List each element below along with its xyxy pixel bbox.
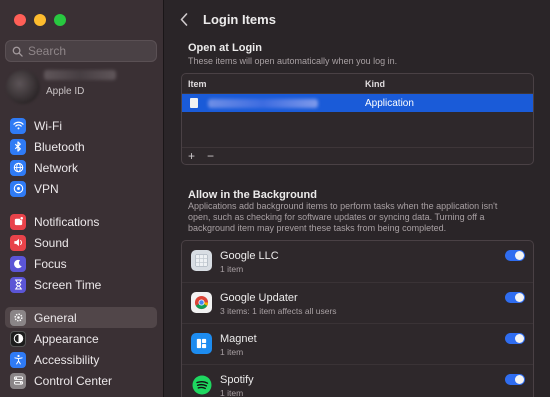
sidebar-item-label: Bluetooth — [34, 139, 85, 154]
apple-id-account[interactable]: Apple ID — [6, 68, 158, 104]
vpn-icon — [10, 180, 26, 197]
open-at-login-description: These items will open automatically when… — [188, 56, 398, 66]
app-detail: 1 item — [220, 264, 244, 274]
search-field[interactable] — [5, 40, 157, 62]
item-name-redacted — [208, 98, 318, 108]
sidebar-item-label: VPN — [34, 181, 59, 196]
accessibility-icon — [10, 351, 26, 368]
list-item: Google Updater 3 items: 1 item affects a… — [182, 282, 533, 323]
window-controls — [14, 14, 66, 26]
apple-id-label: Apple ID — [46, 86, 85, 97]
sidebar-item-notifications[interactable]: Notifications — [5, 211, 157, 232]
app-name: Spotify — [220, 374, 254, 386]
sidebar-item-label: Appearance — [34, 331, 99, 346]
sidebar-item-label: Focus — [34, 256, 67, 271]
google-llc-icon — [191, 250, 212, 271]
sidebar-item-label: General — [34, 310, 77, 325]
close-window-button[interactable] — [14, 14, 26, 26]
toolbar: Login Items — [177, 10, 276, 28]
chevron-left-icon — [180, 12, 188, 26]
magnet-toggle[interactable] — [505, 333, 525, 344]
sidebar-item-label: Wi-Fi — [34, 118, 62, 133]
sidebar-item-label: Sound — [34, 235, 69, 250]
sidebar-item-sound[interactable]: Sound — [5, 232, 157, 253]
appearance-icon — [10, 330, 26, 347]
app-name: Google LLC — [220, 250, 279, 262]
magnet-icon — [191, 333, 212, 354]
list-item: Google LLC 1 item — [182, 241, 533, 282]
zoom-window-button[interactable] — [54, 14, 66, 26]
sidebar-item-screen-time[interactable]: Screen Time — [5, 274, 157, 295]
minimize-window-button[interactable] — [34, 14, 46, 26]
sidebar-item-label: Notifications — [34, 214, 100, 229]
app-detail: 3 items: 1 item affects all users — [220, 306, 337, 316]
sidebar-item-control-center[interactable]: Control Center — [5, 370, 157, 391]
search-input[interactable] — [28, 44, 148, 58]
column-header-item[interactable]: Item — [182, 79, 365, 89]
chrome-icon — [191, 292, 212, 313]
wifi-icon — [10, 117, 26, 134]
app-name: Magnet — [220, 333, 257, 345]
spotify-toggle[interactable] — [505, 374, 525, 385]
gear-icon — [10, 309, 26, 326]
sidebar-item-label: Control Center — [34, 373, 113, 388]
sidebar-item-vpn[interactable]: VPN — [5, 178, 157, 199]
network-icon — [10, 159, 26, 176]
sidebar-group-network: Wi-Fi Bluetooth Network VPN — [5, 115, 157, 199]
row-kind: Application — [365, 97, 414, 109]
sidebar-item-appearance[interactable]: Appearance — [5, 328, 157, 349]
sidebar-group-attention: Notifications Sound Focus Screen Time — [5, 211, 157, 295]
login-items-table: Item Kind Application + − — [181, 73, 534, 165]
page-title: Login Items — [203, 11, 276, 27]
sidebar: Apple ID Wi-Fi Bluetooth Network VPN — [0, 0, 164, 397]
add-item-button[interactable]: + — [188, 149, 195, 163]
table-footer: + − — [182, 147, 533, 164]
sidebar-item-label: Screen Time — [34, 277, 102, 292]
spotify-icon — [191, 374, 212, 395]
main-pane: Login Items Open at Login These items wi… — [165, 0, 550, 397]
avatar — [6, 70, 40, 104]
list-item: Magnet 1 item — [182, 323, 533, 364]
document-icon — [190, 98, 198, 108]
sidebar-group-system: General Appearance Accessibility Control… — [5, 307, 157, 391]
sidebar-item-general[interactable]: General — [5, 307, 157, 328]
sidebar-item-focus[interactable]: Focus — [5, 253, 157, 274]
background-description: Applications add background items to per… — [188, 201, 498, 233]
sidebar-item-label: Accessibility — [34, 352, 100, 367]
sidebar-item-network[interactable]: Network — [5, 157, 157, 178]
column-header-kind[interactable]: Kind — [365, 79, 385, 89]
sidebar-item-label: Network — [34, 160, 79, 175]
sound-icon — [10, 234, 26, 251]
search-icon — [12, 46, 23, 57]
background-title: Allow in the Background — [188, 189, 317, 201]
table-header: Item Kind — [182, 74, 533, 94]
bluetooth-icon — [10, 138, 26, 155]
remove-item-button[interactable]: − — [207, 149, 214, 163]
back-button[interactable] — [177, 10, 191, 28]
background-items-list: Google LLC 1 item Google Updater 3 items… — [181, 240, 534, 397]
control-center-icon — [10, 372, 26, 389]
app-name: Google Updater — [220, 292, 298, 304]
app-detail: 1 item — [220, 347, 244, 357]
sidebar-item-bluetooth[interactable]: Bluetooth — [5, 136, 157, 157]
screen-time-icon — [10, 276, 26, 293]
google-llc-toggle[interactable] — [505, 250, 525, 261]
open-at-login-title: Open at Login — [188, 42, 262, 54]
focus-icon — [10, 255, 26, 272]
account-name-redacted — [44, 70, 116, 80]
list-item: Spotify 1 item — [182, 364, 533, 397]
app-detail: 1 item — [220, 388, 244, 397]
notifications-icon — [10, 213, 26, 230]
table-row[interactable]: Application — [182, 94, 533, 112]
sidebar-item-wifi[interactable]: Wi-Fi — [5, 115, 157, 136]
sidebar-item-accessibility[interactable]: Accessibility — [5, 349, 157, 370]
google-updater-toggle[interactable] — [505, 292, 525, 303]
